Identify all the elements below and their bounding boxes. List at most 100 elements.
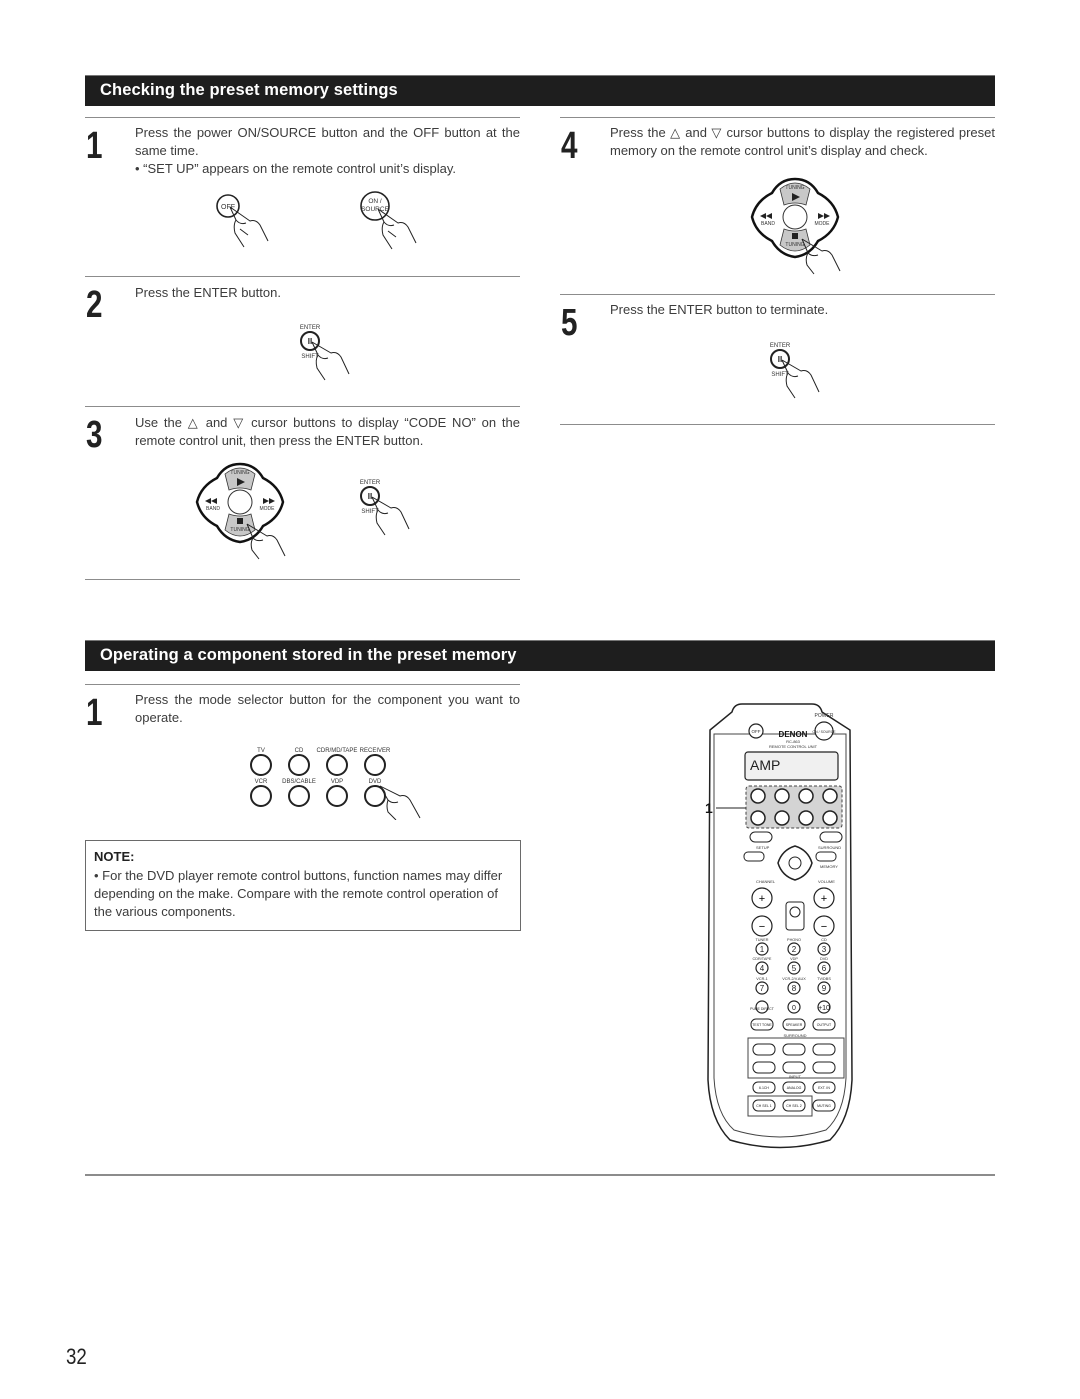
- svg-text:SURROUND: SURROUND: [818, 845, 841, 850]
- divider: [560, 424, 995, 425]
- step-instruction: Press the ENTER button to terminate.: [610, 302, 829, 317]
- remote-mode-button: [774, 810, 790, 826]
- remote-surround-button: [752, 1061, 776, 1074]
- step-number: 4: [561, 125, 578, 167]
- step-number: 5: [561, 302, 578, 344]
- illustration-cursor-pad: TUNING BAND MODE TUNING: [195, 462, 286, 560]
- on-source-button-icon: ON / SOURCE: [360, 191, 390, 221]
- note-title: NOTE:: [94, 849, 135, 864]
- mode-label: RECEIVER: [360, 748, 391, 754]
- on-label: ON /: [368, 198, 382, 205]
- svg-text:TV/DBS: TV/DBS: [817, 977, 831, 981]
- divider: [85, 406, 520, 407]
- svg-text:CHANNEL: CHANNEL: [756, 879, 776, 884]
- section-title: Checking the preset memory settings: [100, 81, 398, 99]
- svg-text:2: 2: [792, 945, 797, 954]
- svg-text:PHONO: PHONO: [787, 938, 801, 942]
- mode-selector-button-icon: [250, 785, 272, 807]
- mode-label: TV: [257, 748, 265, 754]
- svg-text:8: 8: [792, 984, 797, 993]
- step-number: 1: [86, 125, 103, 167]
- divider: [560, 117, 995, 118]
- mode-selector-button-icon: [288, 785, 310, 807]
- remote-surround-button: [752, 1043, 776, 1056]
- mode-label: CD: [295, 748, 304, 754]
- illustration-mode-selector: TV CD CDR/MD/TAPE RECEIVER VCR DBS/CABLE VDP DV…: [250, 748, 421, 820]
- svg-text:TUNING: TUNING: [785, 185, 804, 191]
- step-instruction: Use the △ and ▽ cursor buttons to displa…: [135, 415, 520, 448]
- svg-text:II: II: [368, 492, 372, 501]
- svg-text:0: 0: [792, 1005, 796, 1012]
- mode-label: CDR/MD/TAPE: [317, 748, 358, 754]
- mode-label: DBS/CABLE: [282, 779, 316, 785]
- remote-mode-button: [750, 788, 766, 804]
- remote-mode-button: [798, 788, 814, 804]
- svg-text:EXT. IN: EXT. IN: [818, 1086, 830, 1090]
- divider: [85, 117, 520, 118]
- svg-text:5: 5: [792, 964, 797, 973]
- svg-text:BAND: BAND: [206, 506, 220, 512]
- remote-surround-button: [812, 1061, 836, 1074]
- page-number: 32: [66, 1344, 87, 1369]
- remote-mode-button: [822, 788, 838, 804]
- svg-text:CD: CD: [821, 938, 827, 942]
- svg-text:BAND: BAND: [761, 221, 775, 227]
- svg-text:SPEAKER: SPEAKER: [786, 1023, 803, 1027]
- illustration-enter-button: ENTER II SHIFT: [770, 343, 820, 399]
- svg-text:+: +: [759, 893, 765, 905]
- illustration-off-on-buttons: OFF ON / SOURCE: [216, 191, 417, 250]
- svg-text:PURE DIRECT: PURE DIRECT: [750, 1007, 775, 1011]
- remote-mode-button: [822, 810, 838, 826]
- svg-text:+10: +10: [818, 1005, 830, 1012]
- step-1-text: Press the power ON/SOURCE button and the…: [135, 124, 520, 178]
- svg-text:CH SEL 1: CH SEL 1: [756, 1104, 771, 1108]
- illustration-enter-button: ENTER II SHIFT: [360, 480, 410, 536]
- step-number: 3: [86, 414, 103, 456]
- svg-text:7: 7: [760, 984, 765, 993]
- remote-brand: DENON: [779, 730, 808, 739]
- mode-label: VDP: [331, 779, 343, 785]
- svg-text:TEST TONE: TEST TONE: [752, 1023, 772, 1027]
- hand-pointer-icon: [311, 341, 350, 381]
- svg-text:CH SEL 2: CH SEL 2: [786, 1104, 801, 1108]
- mode-selector-button-icon: [250, 754, 272, 776]
- step-instruction: Press the △ and ▽ cursor buttons to disp…: [610, 125, 995, 158]
- svg-text:DVD: DVD: [820, 957, 828, 961]
- note-box: NOTE: • For the DVD player remote contro…: [85, 840, 521, 931]
- remote-control-illustration: POWER OFF ON / SOURCE DENON RC-863 REMOT…: [705, 703, 853, 1149]
- svg-text:MEMORY: MEMORY: [820, 864, 838, 869]
- remote-surround-button: [812, 1043, 836, 1056]
- svg-text:1: 1: [760, 945, 765, 954]
- hand-pointer-icon: [379, 785, 421, 820]
- section-header-operating-component: Operating a component stored in the pres…: [85, 640, 995, 671]
- svg-text:4: 4: [760, 964, 765, 973]
- svg-text:−: −: [821, 921, 827, 933]
- callout-number: 1: [705, 800, 713, 816]
- svg-text:SURROUND: SURROUND: [783, 1033, 806, 1038]
- mode-selector-button-icon: [288, 754, 310, 776]
- svg-text:VCR-2/V.AUX: VCR-2/V.AUX: [782, 977, 806, 981]
- svg-text:CDR/TAPE: CDR/TAPE: [753, 957, 772, 961]
- off-button-icon: OFF: [216, 194, 240, 218]
- note-text: • For the DVD player remote control butt…: [94, 868, 503, 919]
- svg-text:ANALOG: ANALOG: [787, 1086, 802, 1090]
- svg-text:ENTER: ENTER: [770, 343, 791, 349]
- source-label: SOURCE: [361, 206, 389, 213]
- section-header-checking-preset: Checking the preset memory settings: [85, 75, 995, 106]
- divider: [85, 579, 520, 580]
- svg-text:VOLUME: VOLUME: [818, 879, 835, 884]
- mode-label: VCR: [255, 779, 268, 785]
- divider: [560, 294, 995, 295]
- svg-text:−: −: [759, 921, 765, 933]
- divider: [85, 276, 520, 277]
- step-number: 2: [86, 284, 103, 326]
- step-bullet: • “SET UP” appears on the remote control…: [135, 161, 457, 176]
- section-title: Operating a component stored in the pres…: [100, 646, 517, 664]
- svg-text:REMOTE CONTROL UNIT: REMOTE CONTROL UNIT: [769, 744, 818, 749]
- svg-text:6.1CH: 6.1CH: [759, 1086, 769, 1090]
- illustration-cursor-pad: TUNING BAND MODE TUNING: [750, 177, 841, 275]
- divider: [85, 1174, 995, 1176]
- svg-text:+: +: [821, 893, 827, 905]
- svg-text:TUNING: TUNING: [230, 470, 249, 476]
- remote-surround-button: [782, 1061, 806, 1074]
